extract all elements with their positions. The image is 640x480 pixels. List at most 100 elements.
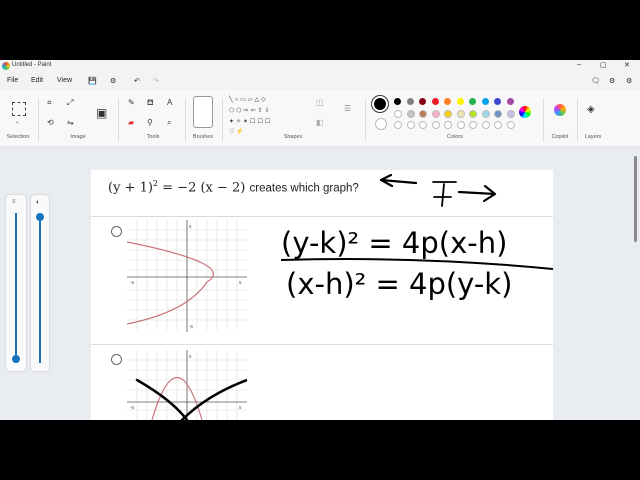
- custom-color-slot[interactable]: [406, 121, 415, 129]
- color-swatch[interactable]: [481, 110, 490, 118]
- color-swatch[interactable]: [456, 110, 465, 118]
- shapes-gallery-icon[interactable]: ⬠⬡⇨⇦⇧⇩: [229, 107, 272, 114]
- tick-label-pos: 5: [239, 405, 242, 410]
- undo-icon[interactable]: ↶: [134, 77, 140, 85]
- share-icon[interactable]: ⚙: [110, 77, 116, 85]
- flip-icon[interactable]: ⇋: [67, 118, 74, 127]
- color-swatch[interactable]: [431, 110, 440, 118]
- color-swatch[interactable]: [406, 98, 414, 105]
- color-swatch[interactable]: [469, 98, 476, 105]
- fill-icon[interactable]: ⛾: [147, 98, 154, 108]
- opacity-icon: ◐: [36, 199, 41, 206]
- custom-color-slot[interactable]: [494, 121, 502, 129]
- shape-fill-icon[interactable]: ◧: [316, 118, 324, 127]
- plus-symbol-stroke: [432, 181, 457, 207]
- feedback-icon[interactable]: 🗨: [591, 77, 600, 85]
- primary-color-swatch[interactable]: [374, 98, 386, 110]
- tick-label-top: 5: [189, 354, 192, 359]
- color-swatch[interactable]: [394, 98, 401, 105]
- window-title: Untitled - Paint: [12, 62, 52, 68]
- handwritten-formula-1: (y-k)² = 4p(x-h): [281, 226, 507, 260]
- custom-color-slot[interactable]: [469, 121, 477, 129]
- redo-icon[interactable]: ↷: [153, 77, 159, 85]
- color-swatch[interactable]: [444, 110, 452, 118]
- magnifier-icon[interactable]: ⌕: [167, 118, 171, 128]
- settings-icon[interactable]: ⚙: [609, 77, 615, 85]
- minimize-button[interactable]: –: [577, 61, 581, 68]
- resize-icon[interactable]: ⤢: [67, 98, 73, 108]
- tick-label-bottom: -5: [189, 324, 193, 329]
- color-swatch[interactable]: [494, 98, 501, 105]
- slider-track: [15, 213, 17, 363]
- color-swatch[interactable]: [481, 98, 489, 105]
- canvas-page[interactable]: (y + 1)2 = −2 (x − 2) creates which grap…: [91, 170, 553, 420]
- custom-color-slot[interactable]: [394, 121, 402, 129]
- letterbox-top: [0, 0, 640, 60]
- color-swatch[interactable]: [419, 98, 426, 105]
- slider-thumb[interactable]: [36, 213, 44, 221]
- color-swatch[interactable]: [469, 110, 477, 118]
- secondary-color-swatch[interactable]: [375, 118, 387, 130]
- color-swatch[interactable]: [444, 98, 451, 105]
- divider: [91, 344, 553, 345]
- rotate-icon[interactable]: ⟲: [47, 118, 54, 127]
- color-swatch[interactable]: [394, 110, 402, 118]
- menu-edit[interactable]: Edit: [31, 77, 43, 84]
- settings-gear-icon[interactable]: ⚙: [626, 77, 632, 85]
- select-tool-icon[interactable]: [12, 102, 26, 116]
- crop-icon[interactable]: ⌗: [47, 98, 52, 108]
- graph-option-2: -5 5 5: [127, 350, 247, 420]
- scrollbar-thumb[interactable]: [634, 156, 637, 242]
- group-label-tools: Tools: [146, 134, 160, 140]
- tick-label-neg: -5: [130, 405, 134, 410]
- handwritten-notes: (y-k)² = 4p(x-h) (x-h)² = 4p(y-k): [280, 173, 553, 301]
- shapes-gallery-icon[interactable]: ╲○▭▱△◇: [229, 96, 268, 103]
- color-swatch[interactable]: [419, 110, 427, 118]
- custom-color-slot[interactable]: [419, 121, 427, 129]
- layers-icon[interactable]: ◈: [587, 104, 595, 115]
- radio-option-2[interactable]: [111, 354, 122, 365]
- copilot-icon[interactable]: [554, 104, 566, 116]
- handwritten-formula-2: (x-h)² = 4p(y-k): [286, 267, 512, 301]
- custom-color-slot[interactable]: [506, 121, 515, 129]
- brush-size-slider[interactable]: ≡: [6, 195, 26, 371]
- edit-colors-icon[interactable]: [519, 106, 531, 118]
- eraser-icon[interactable]: ▰: [128, 118, 134, 127]
- stroke-size-icon[interactable]: ☰: [344, 104, 351, 113]
- ribbon-divider: [38, 98, 39, 142]
- menu-bar: File Edit View 💾 ⚙ ↶ ↷ 🗨 ⚙ ⚙: [0, 72, 640, 90]
- menu-file[interactable]: File: [7, 77, 18, 84]
- menu-view[interactable]: View: [57, 77, 72, 84]
- custom-color-slot[interactable]: [456, 121, 465, 129]
- chevron-down-icon[interactable]: ⌄: [15, 119, 19, 125]
- close-button[interactable]: ✕: [624, 61, 630, 69]
- vertical-scrollbar[interactable]: [633, 150, 638, 418]
- custom-color-slot[interactable]: [481, 121, 490, 129]
- color-swatch[interactable]: [506, 110, 515, 118]
- color-swatch[interactable]: [456, 98, 464, 105]
- ribbon-divider: [222, 98, 223, 142]
- ribbon-divider: [543, 98, 544, 142]
- shapes-gallery-icon[interactable]: ✦✧✶☐☐☐: [229, 118, 272, 125]
- title-bar: Untitled - Paint – ▢ ✕: [0, 60, 640, 72]
- group-label-selection: Selection: [6, 134, 30, 140]
- custom-color-slot[interactable]: [444, 121, 452, 129]
- opacity-slider[interactable]: ◐: [31, 195, 49, 371]
- color-swatch[interactable]: [494, 110, 502, 118]
- color-swatch[interactable]: [406, 110, 415, 118]
- paint-app-icon: [2, 62, 10, 70]
- slider-thumb[interactable]: [12, 355, 20, 363]
- color-swatch[interactable]: [506, 98, 514, 105]
- color-picker-icon[interactable]: ⚲: [147, 118, 153, 127]
- maximize-button[interactable]: ▢: [600, 61, 607, 69]
- ribbon-divider: [365, 98, 366, 142]
- text-tool-icon[interactable]: A: [167, 98, 172, 107]
- brushes-button[interactable]: [193, 96, 213, 128]
- pencil-icon[interactable]: ✎: [128, 98, 135, 107]
- save-icon[interactable]: 💾: [88, 77, 97, 85]
- custom-color-slot[interactable]: [431, 121, 440, 129]
- shapes-gallery-icon[interactable]: ♡⚡: [229, 128, 246, 135]
- image-ai-icon[interactable]: ▣: [96, 106, 107, 120]
- color-swatch[interactable]: [431, 98, 439, 105]
- outline-icon[interactable]: ◫: [316, 98, 324, 107]
